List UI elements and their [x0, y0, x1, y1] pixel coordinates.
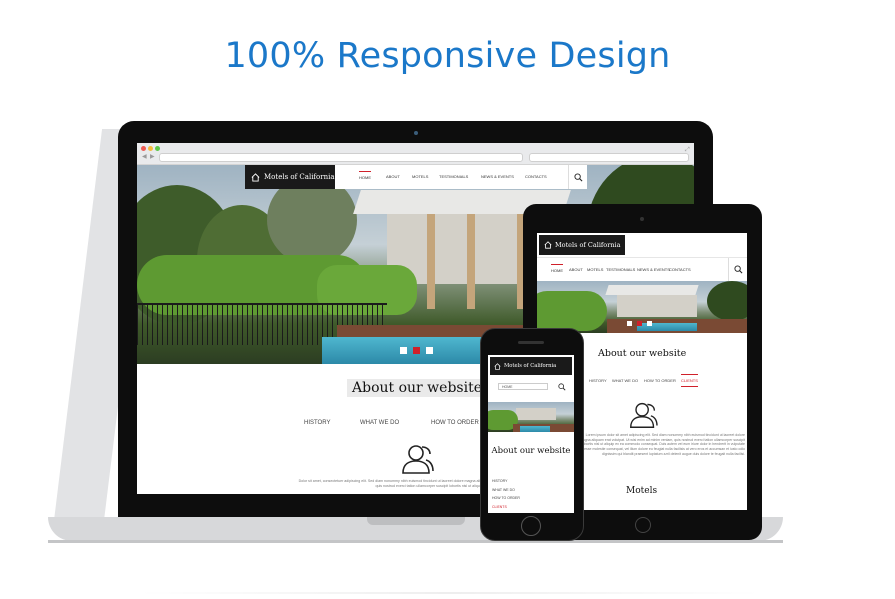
- tablet-camera: [640, 217, 644, 221]
- nav-motels[interactable]: MOTELS: [412, 174, 428, 179]
- tablet-home-button[interactable]: [635, 517, 651, 533]
- tab-history[interactable]: HISTORY: [492, 479, 507, 483]
- phone-home-button[interactable]: [521, 516, 541, 536]
- section-title: About our website: [598, 348, 687, 359]
- nav-about[interactable]: ABOUT: [386, 174, 400, 179]
- search-icon: [574, 172, 583, 181]
- address-bar[interactable]: [159, 153, 523, 162]
- slider-dot-1[interactable]: [400, 347, 407, 354]
- tablet-site-logo[interactable]: Motels of California: [539, 235, 625, 255]
- nav-home[interactable]: HOME: [359, 171, 371, 180]
- tab-what-we-do[interactable]: WHAT WE DO: [612, 378, 638, 383]
- search-icon: [734, 265, 743, 274]
- tab-what-we-do[interactable]: WHAT WE DO: [360, 420, 399, 426]
- tablet-nav: HOME ABOUT MOTELS TESTIMONIALS NEWS & EV…: [537, 257, 747, 282]
- phone-screen: Motels of California HOME About our webs…: [488, 355, 574, 513]
- browser-search-bar[interactable]: [529, 153, 689, 162]
- tab-how-to-order[interactable]: HOW TO ORDER: [644, 378, 676, 383]
- site-search-button[interactable]: [728, 258, 747, 281]
- browser-toolbar: ◀ ▶ ⤢: [137, 143, 694, 165]
- close-window-icon[interactable]: [141, 146, 146, 151]
- floor-reflection: [140, 592, 760, 594]
- tab-clients[interactable]: CLIENTS: [681, 374, 698, 387]
- laptop-base-edge: [48, 540, 783, 543]
- nav-news-events[interactable]: NEWS & EVENTS: [481, 174, 514, 179]
- site-header: Motels of California HOME ABOUT MOTELS T…: [245, 165, 587, 189]
- nav-contacts[interactable]: CONTACTS: [669, 267, 691, 272]
- nav-testimonials[interactable]: TESTIMONIALS: [606, 267, 635, 272]
- slider-dot-2[interactable]: [637, 321, 642, 326]
- home-logo-icon: [251, 172, 260, 182]
- logo-text: Motels of California: [264, 173, 335, 181]
- nav-about[interactable]: ABOUT: [569, 267, 583, 272]
- people-icon: [402, 445, 434, 474]
- motels-title: Motels: [626, 486, 658, 496]
- laptop-notch: [367, 517, 465, 525]
- search-icon[interactable]: [558, 383, 566, 391]
- people-icon: [630, 402, 658, 428]
- logo-text: Motels of California: [555, 241, 621, 249]
- phone-hero-slider: [488, 402, 574, 432]
- tablet-hero-slider: [537, 281, 747, 333]
- minimize-window-icon[interactable]: [148, 146, 153, 151]
- home-logo-icon: [494, 362, 501, 370]
- logo-text: Motels of California: [504, 363, 557, 369]
- nav-news-events[interactable]: NEWS & EVENTS: [637, 267, 670, 272]
- tab-what-we-do[interactable]: WHAT WE DO: [492, 488, 515, 492]
- slider-dot-2[interactable]: [413, 347, 420, 354]
- maximize-window-icon[interactable]: [155, 146, 160, 151]
- home-logo-icon: [544, 241, 552, 249]
- nav-motels[interactable]: MOTELS: [587, 267, 603, 272]
- fullscreen-icon[interactable]: ⤢: [685, 145, 690, 154]
- section-title: About our website: [491, 446, 571, 456]
- page-headline: 100% Responsive Design: [224, 36, 671, 76]
- slider-dot-3[interactable]: [647, 321, 652, 326]
- mobile-menu-label: HOME: [502, 385, 513, 389]
- forward-arrow-icon[interactable]: ▶: [150, 152, 155, 161]
- back-arrow-icon[interactable]: ◀: [142, 152, 147, 161]
- slider-dot-3[interactable]: [426, 347, 433, 354]
- about-text: Lorem ipsum dolor sit amet adipiscing el…: [576, 433, 745, 456]
- slider-dot-1[interactable]: [627, 321, 632, 326]
- mobile-menu-select[interactable]: HOME: [498, 383, 548, 390]
- site-logo[interactable]: Motels of California: [245, 165, 335, 189]
- nav-home[interactable]: HOME: [551, 264, 563, 273]
- laptop-camera: [414, 131, 418, 135]
- nav-testimonials[interactable]: TESTIMONIALS: [439, 174, 468, 179]
- nav-contacts[interactable]: CONTACTS: [525, 174, 547, 179]
- phone-site-logo[interactable]: Motels of California: [490, 357, 572, 375]
- site-search-button[interactable]: [568, 165, 588, 189]
- section-title: About our website: [347, 379, 487, 397]
- phone-speaker: [518, 341, 544, 344]
- tab-how-to-order[interactable]: HOW TO ORDER: [431, 420, 479, 426]
- tab-history[interactable]: HISTORY: [589, 378, 607, 383]
- tab-how-to-order[interactable]: HOW TO ORDER: [492, 496, 520, 500]
- tab-history[interactable]: HISTORY: [304, 420, 330, 426]
- tab-clients[interactable]: CLIENTS: [492, 505, 507, 509]
